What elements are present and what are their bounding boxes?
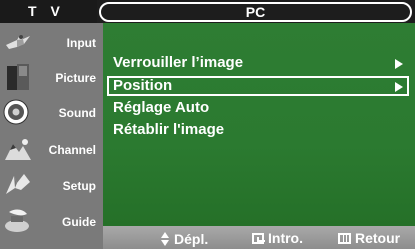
sidebar: Input Picture Sound Channel Setup Guide <box>0 23 103 249</box>
menu-title: PC <box>99 2 412 22</box>
return-label: Retour <box>355 230 401 246</box>
menu-item-label: Rétablir l'image <box>113 121 225 138</box>
footer-hints: Dépl. Intro. Retour <box>103 226 415 249</box>
input-icon <box>6 35 30 49</box>
sidebar-item-label: Setup <box>62 179 96 193</box>
submenu-arrow-icon <box>395 59 403 69</box>
sidebar-item-label: Picture <box>55 71 96 85</box>
menu-panel: Verrouiller l’image Position Réglage Aut… <box>103 23 415 226</box>
sidebar-item-setup[interactable]: Setup <box>0 168 103 204</box>
menu-item-retablir-image[interactable]: Rétablir l'image <box>107 120 409 140</box>
menu-item-label: Verrouiller l’image <box>113 54 244 71</box>
up-down-icon <box>161 232 170 246</box>
osd-menu: T V PC Input Picture Sound Channel Setup… <box>0 0 415 249</box>
sidebar-item-label: Sound <box>58 106 96 120</box>
source-label: T V <box>0 0 97 23</box>
sidebar-item-picture[interactable]: Picture <box>0 60 103 96</box>
sidebar-item-guide[interactable]: Guide <box>0 204 103 240</box>
menu-item-position[interactable]: Position <box>107 76 409 96</box>
channel-icon <box>5 139 31 160</box>
sidebar-item-input[interactable]: Input <box>0 25 103 61</box>
menu-item-label: Réglage Auto <box>113 99 210 116</box>
return-icon <box>338 233 351 244</box>
sidebar-item-channel[interactable]: Channel <box>0 132 103 168</box>
sidebar-item-sound[interactable]: Sound <box>0 95 103 131</box>
enter-icon <box>252 233 265 244</box>
move-hint: Dépl. <box>161 230 208 247</box>
sound-icon <box>3 99 29 125</box>
menu-item-reglage-auto[interactable]: Réglage Auto <box>107 98 409 118</box>
sidebar-item-label: Guide <box>61 215 96 229</box>
guide-icon <box>5 209 29 232</box>
enter-label: Intro. <box>268 230 303 246</box>
picture-icon <box>7 64 29 90</box>
setup-icon <box>6 174 30 194</box>
move-label: Dépl. <box>174 231 209 247</box>
menu-item-verrouiller-image[interactable]: Verrouiller l’image <box>107 53 409 73</box>
sidebar-item-label: Input <box>66 36 96 50</box>
enter-hint: Intro. <box>252 230 303 246</box>
menu-item-label: Position <box>113 77 173 94</box>
sidebar-item-label: Channel <box>48 143 96 157</box>
return-hint: Retour <box>338 230 400 246</box>
submenu-arrow-icon <box>395 82 403 92</box>
